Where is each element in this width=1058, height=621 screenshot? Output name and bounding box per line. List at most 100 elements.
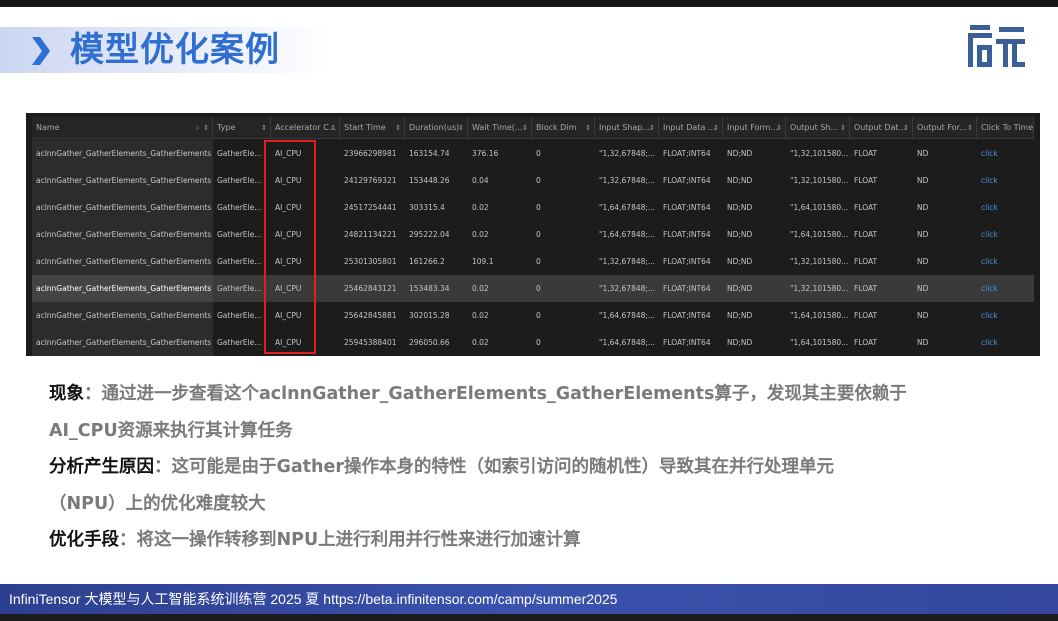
phenomenon-label: 现象 [49,384,84,404]
table-row[interactable]: aclnnGather_GatherElements_GatherElement… [32,248,1034,275]
sort-icon[interactable]: ⇕ [776,117,782,139]
sort-icon[interactable]: ⇕ [585,117,591,139]
table-cell-wait-time: 0.02 [472,338,489,347]
table-header: Name ⇕ ⌕ Type ⇕ Accelerator C... ⇕ Start Time ⇕ D… [32,117,1034,139]
table-cell-type: GatherEle... [217,311,262,320]
column-header-click-to-timeline[interactable]: Click To Time... [977,117,1034,139]
table-cell-output-shapes: "1,32,101580... [790,257,849,266]
table-cell-block-dim: 0 [536,257,541,266]
paragraph-cause: 分析产生原因：这可能是由于Gather操作本身的特性（如索引访问的随机性）导致其… [49,454,834,480]
column-header-accelerator-core[interactable]: Accelerator C... ⇕ [271,117,340,139]
table-cell-start-time: 24129769321 [344,176,397,185]
column-header-input-shapes[interactable]: Input Shap... ⇕ [595,117,659,139]
sort-icon[interactable]: ⇕ [649,117,655,139]
table-row[interactable]: aclnnGather_GatherElements_GatherElement… [32,140,1034,167]
phenomenon-text: ：通过进一步查看这个aclnnGather_GatherElements_Gat… [84,384,907,404]
table-row[interactable]: aclnnGather_GatherElements_GatherElement… [32,221,1034,248]
cause-text: ：这可能是由于Gather操作本身的特性（如索引访问的随机性）导致其在并行处理单… [154,457,834,477]
column-header-input-formats[interactable]: Input Form... ⇕ [723,117,786,139]
sort-icon[interactable]: ⇕ [395,117,401,139]
bottom-border [0,614,1058,621]
click-link[interactable]: click [977,275,1034,302]
sort-icon[interactable]: ⇕ [261,117,267,139]
column-header-wait-time[interactable]: Wait Time(... ⇕ [468,117,532,139]
column-header-output-formats[interactable]: Output For... ⇕ [913,117,977,139]
click-link[interactable]: click [977,329,1034,356]
column-header-block-dim[interactable]: Block Dim ⇕ [532,117,595,139]
click-link[interactable]: click [977,167,1034,194]
table-cell-duration: 296050.66 [409,338,450,347]
slide: 模型优化案例 Name ⇕ ⌕ Type ⇕ Accelerator C... ⇕ Start… [0,7,1058,584]
table-cell-start-time: 25462843121 [344,284,397,293]
table-row[interactable]: aclnnGather_GatherElements_GatherElement… [32,167,1034,194]
column-header-output-shapes[interactable]: Output Sh... ⇕ [786,117,850,139]
column-header-input-data-types[interactable]: Input Data ... ⇕ [659,117,723,139]
table-cell-duration: 161266.2 [409,257,445,266]
sort-icon[interactable]: ⇕ [903,117,909,139]
sort-icon[interactable]: ⇕ [840,117,846,139]
sort-icon[interactable]: ⇕ [203,117,209,139]
sort-icon[interactable]: ⇕ [522,117,528,139]
sort-icon[interactable]: ⇕ [330,117,336,139]
table-cell-duration: 163154.74 [409,149,450,158]
table-cell-output-shapes: "1,64,101580... [790,203,849,212]
table-cell-duration: 153448.26 [409,176,450,185]
table-cell-input-shapes: "1,32,67848;... [599,284,656,293]
table-cell-duration: 303315.4 [409,203,445,212]
table-cell-input-shapes: "1,32,67848;... [599,149,656,158]
column-header-type[interactable]: Type ⇕ [213,117,271,139]
table-row[interactable]: aclnnGather_GatherElements_GatherElement… [32,329,1034,356]
chevron-right-icon [32,37,50,65]
click-link[interactable]: click [977,194,1034,221]
filter-icon[interactable]: ⌕ [196,117,200,139]
sort-icon[interactable]: ⇕ [458,117,464,139]
table-cell-wait-time: 376.16 [472,149,499,158]
table-cell-input-shapes: "1,64,67848;... [599,203,656,212]
paragraph-cause-cont: （NPU）上的优化难度较大 [49,491,266,517]
sort-icon[interactable]: ⇕ [713,117,719,139]
top-border [0,0,1058,7]
column-header-duration[interactable]: Duration(us) ⇕ [405,117,468,139]
sort-icon[interactable]: ⇕ [967,117,973,139]
table-row[interactable]: aclnnGather_GatherElements_GatherElement… [32,302,1034,329]
table-cell-input-formats: ND;ND [727,149,753,158]
table-cell-output-formats: ND [917,176,929,185]
table-cell-block-dim: 0 [536,311,541,320]
table-cell-input-data-types: FLOAT;INT64 [663,257,711,266]
table-cell-block-dim: 0 [536,149,541,158]
table-cell-input-shapes: "1,32,67848;... [599,257,656,266]
table-cell-output-shapes: "1,64,101580... [790,311,849,320]
paragraph-phenomenon-cont: AI_CPU资源来执行其计算任务 [49,418,293,444]
table-row[interactable]: aclnnGather_GatherElements_GatherElement… [32,194,1034,221]
click-link[interactable]: click [977,221,1034,248]
table-cell-output-data-types: FLOAT [854,284,878,293]
table-cell-output-data-types: FLOAT [854,311,878,320]
table-cell-input-shapes: "1,64,67848;... [599,311,656,320]
table-cell-output-data-types: FLOAT [854,257,878,266]
table-cell-wait-time: 0.02 [472,284,489,293]
table-cell-duration: 295222.04 [409,230,450,239]
table-cell-wait-time: 0.02 [472,230,489,239]
table-cell-block-dim: 0 [536,230,541,239]
profiler-table-screenshot: Name ⇕ ⌕ Type ⇕ Accelerator C... ⇕ Start Time ⇕ D… [26,113,1040,356]
table-cell-wait-time: 0.02 [472,203,489,212]
table-cell-wait-time: 0.04 [472,176,489,185]
table-cell-output-shapes: "1,32,101580... [790,284,849,293]
click-link[interactable]: click [977,140,1034,167]
cause-label: 分析产生原因 [49,457,154,477]
footer-text: InfiniTensor 大模型与人工智能系统训练营 2025 夏 https:… [9,591,618,607]
table-cell-input-shapes: "1,64,67848;... [599,230,656,239]
table-cell-output-data-types: FLOAT [854,338,878,347]
column-header-output-data-types[interactable]: Output Dat... ⇕ [850,117,913,139]
table-cell-name: aclnnGather_GatherElements_GatherElement… [32,248,213,275]
table-row[interactable]: aclnnGather_GatherElements_GatherElement… [32,275,1034,302]
table-cell-output-data-types: FLOAT [854,203,878,212]
click-link[interactable]: click [977,302,1034,329]
table-cell-output-formats: ND [917,311,929,320]
table-cell-duration: 302015.28 [409,311,450,320]
table-cell-start-time: 25642845881 [344,311,397,320]
column-header-name[interactable]: Name ⇕ ⌕ [32,117,213,139]
column-header-start-time[interactable]: Start Time ⇕ [340,117,405,139]
click-link[interactable]: click [977,248,1034,275]
table-cell-start-time: 25301305801 [344,257,397,266]
